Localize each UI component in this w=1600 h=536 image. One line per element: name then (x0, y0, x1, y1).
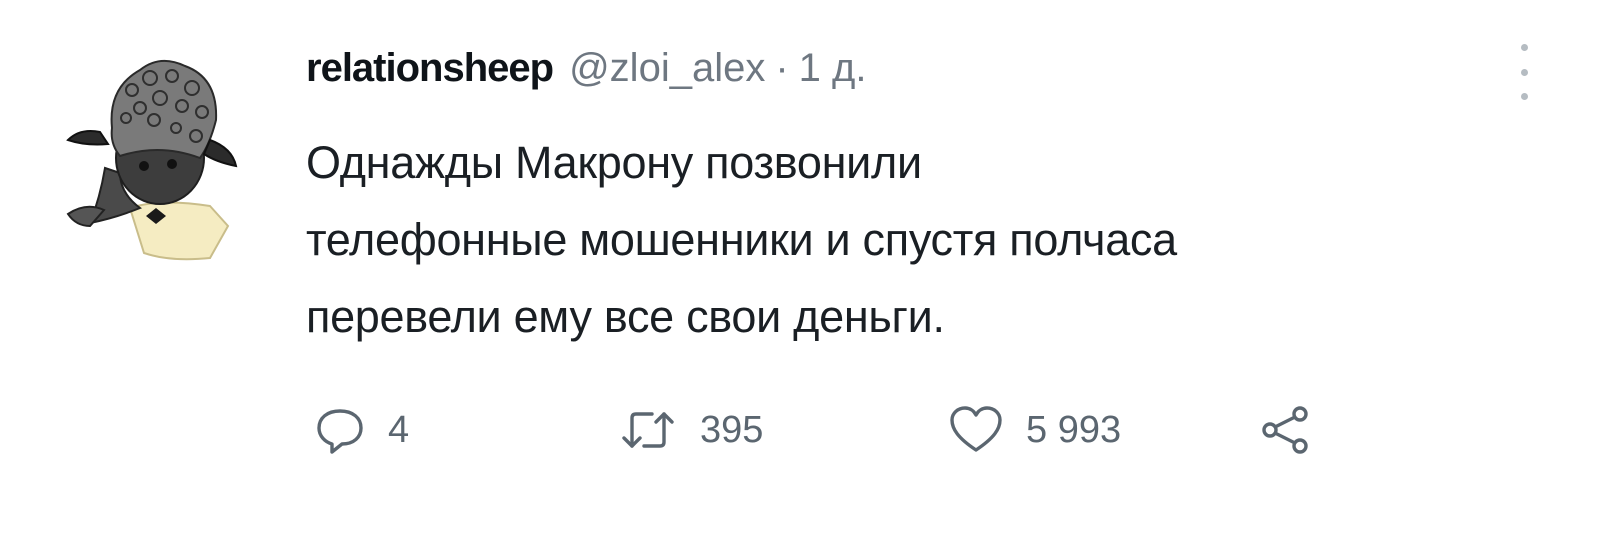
more-options-icon[interactable] (1514, 44, 1534, 100)
avatar[interactable] (60, 48, 240, 268)
display-name[interactable]: relationsheep (306, 46, 554, 91)
avatar-illustration (66, 59, 238, 261)
reply-button[interactable]: 4 (314, 400, 409, 460)
tweet-text-line: телефонные мошенники и спустя полчаса (306, 214, 1177, 265)
retweet-count: 395 (700, 408, 764, 451)
like-count: 5 993 (1026, 408, 1122, 451)
speech-bubble-icon (314, 404, 366, 456)
tweet-card: relationsheep @zloi_alex · 1 д. Однажды … (0, 0, 1600, 536)
share-button[interactable] (1258, 400, 1314, 460)
share-nodes-icon (1258, 402, 1314, 458)
tweet-text: Однажды Макрону позвонили телефонные мош… (306, 124, 1546, 355)
tweet-text-line: Однажды Макрону позвонили (306, 137, 922, 188)
retweet-button[interactable]: 395 (618, 400, 763, 460)
like-button[interactable]: 5 993 (948, 400, 1121, 460)
reply-count: 4 (388, 408, 410, 451)
timestamp[interactable]: 1 д. (799, 46, 867, 91)
separator-dot: · (775, 46, 789, 90)
heart-icon (948, 404, 1004, 456)
retweet-arrows-icon (618, 404, 678, 456)
user-handle[interactable]: @zloi_alex (569, 46, 765, 91)
tweet-actions: 4 395 5 993 (306, 400, 1356, 460)
menu-dot (1520, 44, 1528, 51)
tweet-header: relationsheep @zloi_alex · 1 д. (306, 46, 866, 106)
menu-dot (1520, 93, 1528, 100)
tweet-text-line: перевели ему все свои деньги. (306, 291, 945, 342)
menu-dot (1520, 68, 1528, 76)
